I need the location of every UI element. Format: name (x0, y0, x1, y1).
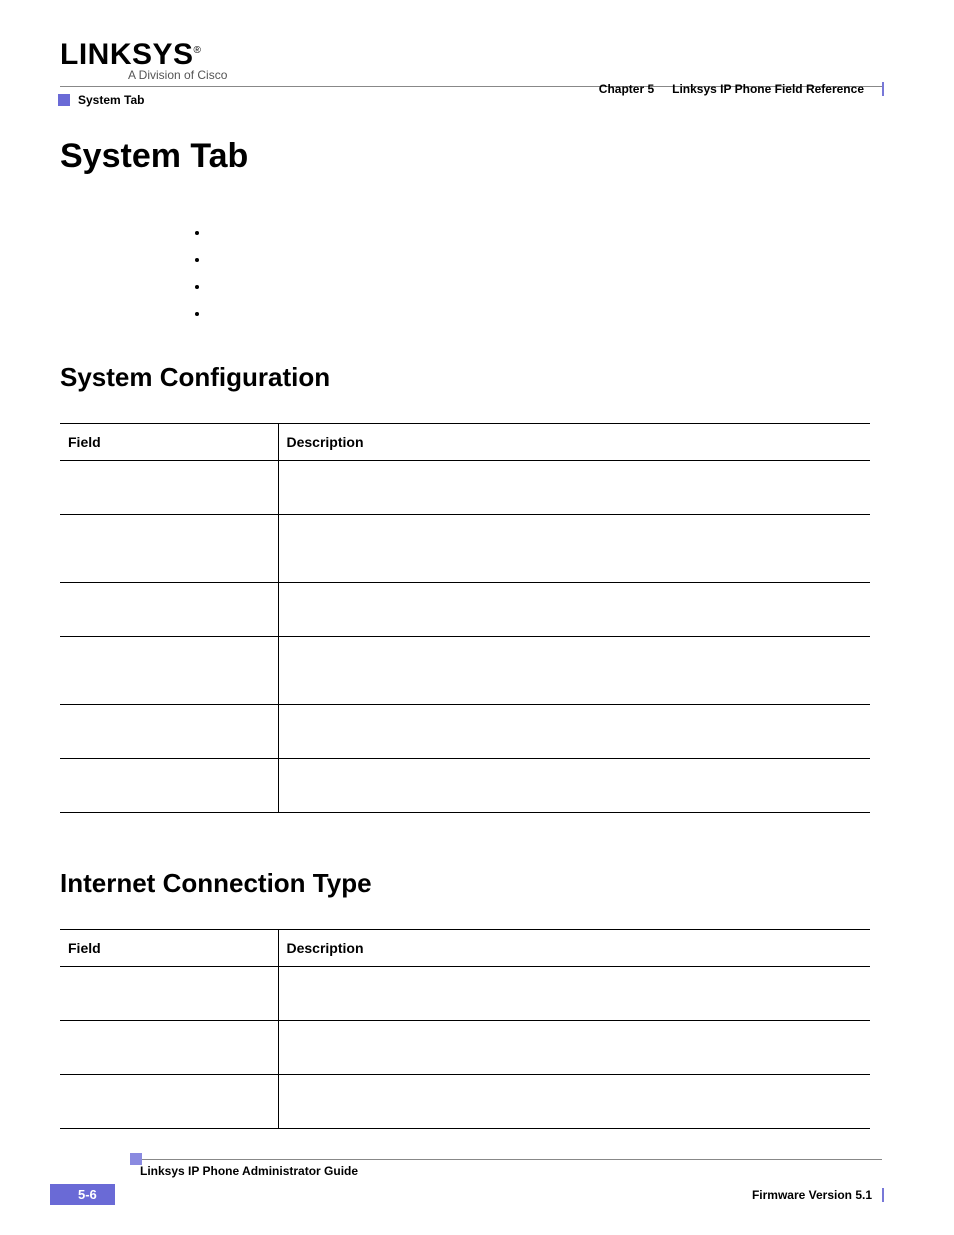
section-heading-system-config: System Configuration (60, 362, 884, 393)
col-header-description: Description (278, 424, 870, 461)
table-row (60, 967, 870, 1021)
bullet-list (210, 224, 884, 332)
footer-bar-icon (882, 1188, 884, 1202)
page-footer: Linksys IP Phone Administrator Guide 5-6… (0, 1159, 954, 1205)
breadcrumb-square-icon (58, 94, 70, 106)
footer-bottom-row: 5-6 Firmware Version 5.1 (50, 1184, 884, 1205)
internet-conn-table: Field Description (60, 929, 870, 1129)
table-row (60, 637, 870, 705)
footer-guide-title: Linksys IP Phone Administrator Guide (140, 1164, 884, 1178)
header-title: Linksys IP Phone Field Reference (672, 82, 864, 96)
registered-icon: ® (194, 45, 202, 56)
section-heading-internet-conn: Internet Connection Type (60, 868, 884, 899)
footer-rule-wrap (140, 1159, 884, 1160)
logo-subtitle: A Division of Cisco (128, 68, 884, 82)
page-number-badge: 5-6 (50, 1184, 115, 1205)
document-page: LINKSYS® A Division of Cisco Chapter 5 L… (0, 0, 954, 1235)
table-row (60, 515, 870, 583)
footer-square-icon (130, 1153, 142, 1165)
col-header-field: Field (60, 424, 278, 461)
table-row (60, 705, 870, 759)
firmware-text: Firmware Version 5.1 (752, 1188, 872, 1202)
table-row (60, 461, 870, 515)
col-header-description: Description (278, 930, 870, 967)
header-right: Chapter 5 Linksys IP Phone Field Referen… (599, 82, 884, 96)
table-row (60, 1075, 870, 1129)
footer-rule (140, 1159, 882, 1160)
page-title: System Tab (60, 137, 884, 176)
col-header-field: Field (60, 930, 278, 967)
breadcrumb-text: System Tab (78, 93, 144, 107)
list-item (210, 305, 884, 332)
list-item (210, 278, 884, 305)
list-item (210, 251, 884, 278)
logo-text: LINKSYS (60, 38, 194, 71)
firmware-version: Firmware Version 5.1 (752, 1188, 884, 1202)
logo-block: LINKSYS® A Division of Cisco (60, 40, 884, 82)
table-row (60, 759, 870, 813)
logo-brand: LINKSYS® (60, 40, 884, 70)
list-item (210, 224, 884, 251)
system-config-table: Field Description (60, 423, 870, 813)
table-row (60, 583, 870, 637)
table-row (60, 1021, 870, 1075)
header-bar-icon (882, 82, 884, 96)
chapter-label: Chapter 5 (599, 82, 654, 96)
